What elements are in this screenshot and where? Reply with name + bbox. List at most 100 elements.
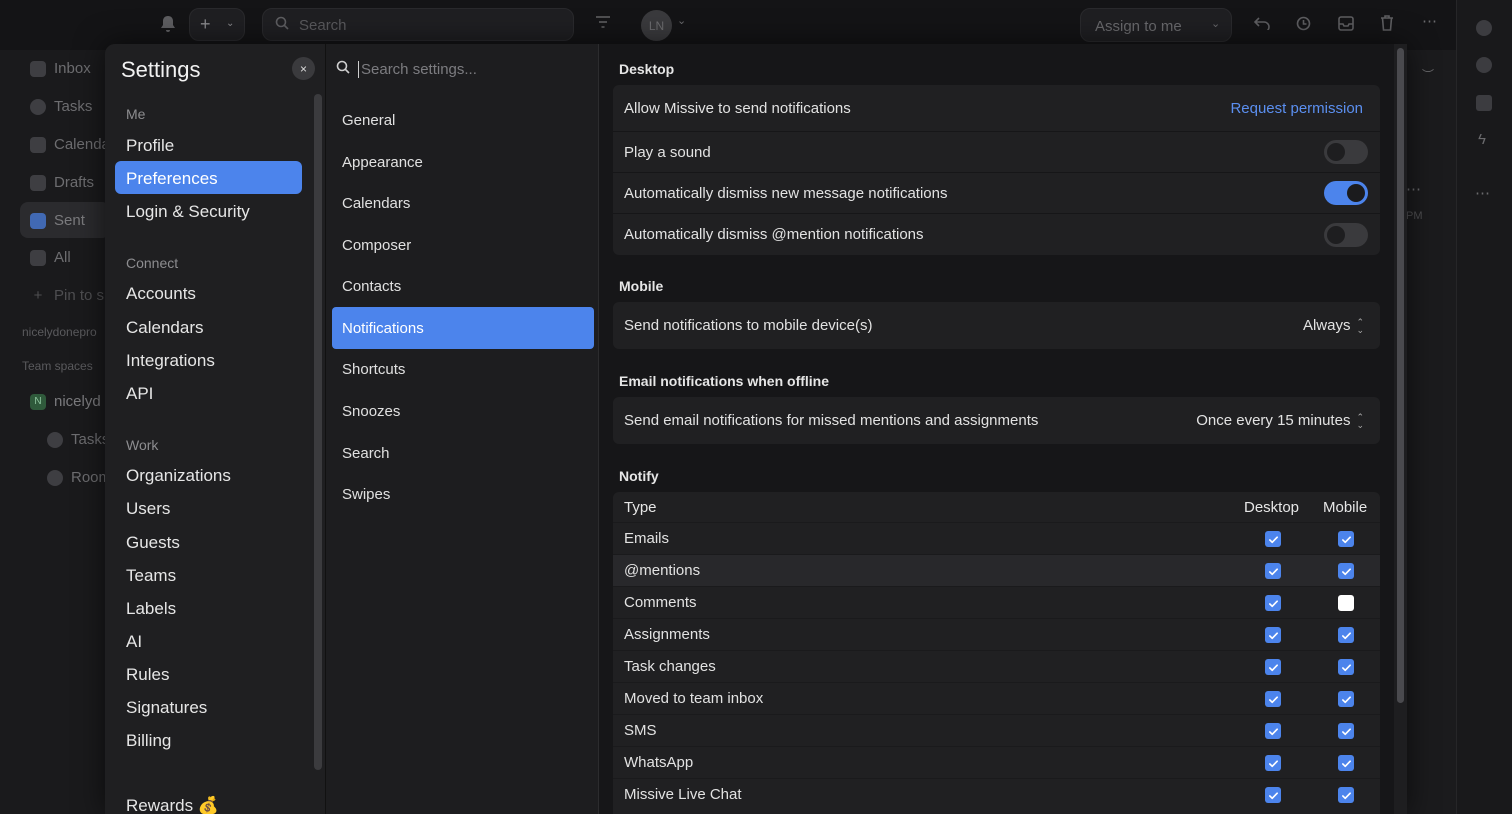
more-icon[interactable]: ⋯ [1406, 180, 1421, 198]
filter-icon[interactable] [595, 15, 611, 33]
nav-item-guests[interactable]: Guests [126, 533, 180, 553]
desktop-checkbox[interactable] [1265, 755, 1281, 771]
request-permission-link[interactable]: Request permission [1230, 100, 1363, 117]
sidebar-item-all[interactable]: All [30, 249, 71, 266]
avatar-chevron-icon[interactable]: ⌄ [677, 14, 686, 27]
check-circle-icon[interactable] [1476, 57, 1492, 73]
nav-item-login-security[interactable]: Login & Security [126, 202, 250, 222]
info-icon[interactable] [1476, 20, 1492, 36]
nav-item-rewards[interactable]: Rewards 💰 [126, 796, 219, 814]
nav-item-billing[interactable]: Billing [126, 731, 171, 751]
nav-item-integrations[interactable]: Integrations [126, 351, 215, 371]
nav-item-teams[interactable]: Teams [126, 566, 176, 586]
submenu-item-shortcuts[interactable]: Shortcuts [342, 361, 405, 378]
nav-item-calendars[interactable]: Calendars [126, 318, 204, 338]
submenu-item-swipes[interactable]: Swipes [342, 486, 390, 503]
settings-nav: Settings × Me Profile Preferences Login … [105, 44, 325, 814]
desktop-checkbox[interactable] [1265, 563, 1281, 579]
desktop-checkbox[interactable] [1265, 723, 1281, 739]
submenu-item-contacts[interactable]: Contacts [342, 278, 401, 295]
nav-item-signatures[interactable]: Signatures [126, 698, 207, 718]
scrollbar-thumb[interactable] [1397, 48, 1404, 703]
mobile-checkbox[interactable] [1338, 595, 1354, 611]
mobile-checkbox[interactable] [1338, 563, 1354, 579]
checkmark-icon [1268, 631, 1278, 639]
team-subitem-tasks[interactable]: Tasks [47, 431, 109, 448]
sidebar-item-inbox[interactable]: Inbox [30, 60, 91, 77]
play-sound-toggle[interactable] [1324, 140, 1368, 164]
desktop-checkbox[interactable] [1265, 531, 1281, 547]
email-card: Send email notifications for missed ment… [613, 397, 1380, 444]
mobile-checkbox[interactable] [1338, 659, 1354, 675]
avatar[interactable]: LN [641, 10, 672, 41]
calendar-icon[interactable] [1476, 95, 1492, 111]
submenu-item-composer[interactable]: Composer [342, 237, 411, 254]
bell-icon[interactable] [160, 15, 176, 37]
column-mobile: Mobile [1323, 499, 1368, 516]
mobile-checkbox[interactable] [1338, 531, 1354, 547]
submenu-item-search[interactable]: Search [342, 445, 390, 462]
mobile-checkbox[interactable] [1338, 723, 1354, 739]
mobile-checkbox[interactable] [1338, 755, 1354, 771]
more-icon[interactable]: ⋯ [1475, 184, 1490, 202]
nav-item-users[interactable]: Users [126, 499, 170, 519]
nav-item-organizations[interactable]: Organizations [126, 466, 231, 486]
app-search-bar[interactable]: Search [262, 8, 574, 41]
team-subitem-room[interactable]: Room [47, 469, 111, 486]
clock-icon[interactable] [1296, 16, 1311, 35]
desktop-checkbox[interactable] [1265, 787, 1281, 803]
mobile-card: Send notifications to mobile device(s) A… [613, 302, 1380, 349]
nav-item-accounts[interactable]: Accounts [126, 284, 196, 304]
assign-button[interactable]: Assign to me ⌄ [1080, 8, 1232, 42]
nav-item-labels[interactable]: Labels [126, 599, 176, 619]
lightning-icon[interactable]: ϟ [1478, 131, 1486, 148]
email-heading: Email notifications when offline [619, 373, 830, 389]
pencil-icon [30, 174, 46, 191]
content-scrollbar[interactable] [1394, 44, 1407, 814]
settings-search[interactable] [336, 54, 586, 84]
submenu-item-calendars[interactable]: Calendars [342, 195, 410, 212]
nav-item-profile[interactable]: Profile [126, 136, 174, 156]
submenu-item-notifications[interactable]: Notifications [342, 320, 424, 337]
submenu-item-appearance[interactable]: Appearance [342, 154, 423, 171]
nav-item-rules[interactable]: Rules [126, 665, 169, 685]
sidebar-item-pin[interactable]: + Pin to s [30, 287, 104, 304]
column-type: Type [624, 499, 657, 516]
dismiss-mention-toggle[interactable] [1324, 222, 1368, 247]
more-icon[interactable]: ⋯ [1422, 12, 1437, 30]
table-row: @mentions [613, 554, 1380, 586]
nav-item-preferences[interactable]: Preferences [126, 169, 218, 189]
trash-icon[interactable] [1380, 15, 1394, 35]
nav-item-api[interactable]: API [126, 384, 153, 404]
nav-scrollbar[interactable] [314, 94, 322, 770]
mobile-checkbox[interactable] [1338, 787, 1354, 803]
sidebar-item-drafts[interactable]: Drafts [30, 174, 94, 191]
inbox-icon [30, 60, 46, 77]
submenu-item-general[interactable]: General [342, 112, 395, 129]
settings-modal: Settings × Me Profile Preferences Login … [105, 44, 1407, 814]
mobile-frequency-select[interactable]: Always ⌃ ⌄ [1303, 317, 1364, 334]
team-item[interactable]: Nnicelyd [30, 393, 101, 410]
submenu-item-snoozes[interactable]: Snoozes [342, 403, 400, 420]
dismiss-message-toggle[interactable] [1324, 181, 1368, 205]
send-icon [30, 212, 46, 229]
desktop-checkbox[interactable] [1265, 627, 1281, 643]
archive-icon[interactable] [1338, 16, 1354, 35]
new-button[interactable]: + ⌄ [189, 8, 245, 41]
nav-item-ai[interactable]: AI [126, 632, 142, 652]
mobile-checkbox[interactable] [1338, 691, 1354, 707]
settings-search-input[interactable] [358, 60, 568, 78]
notify-table-header: Type Desktop Mobile [613, 492, 1380, 524]
collapse-icon[interactable]: ︶ [1422, 66, 1434, 83]
sidebar-item-sent[interactable]: Sent [30, 212, 85, 229]
desktop-checkbox[interactable] [1265, 691, 1281, 707]
close-button[interactable]: × [292, 57, 315, 80]
sidebar-item-tasks[interactable]: Tasks [30, 98, 92, 115]
undo-icon[interactable] [1253, 16, 1270, 34]
sidebar-item-calendar[interactable]: Calenda [30, 136, 110, 153]
mobile-checkbox[interactable] [1338, 627, 1354, 643]
desktop-checkbox[interactable] [1265, 595, 1281, 611]
table-row: WhatsApp [613, 746, 1380, 778]
desktop-checkbox[interactable] [1265, 659, 1281, 675]
email-frequency-select[interactable]: Once every 15 minutes ⌃ ⌄ [1196, 412, 1364, 429]
